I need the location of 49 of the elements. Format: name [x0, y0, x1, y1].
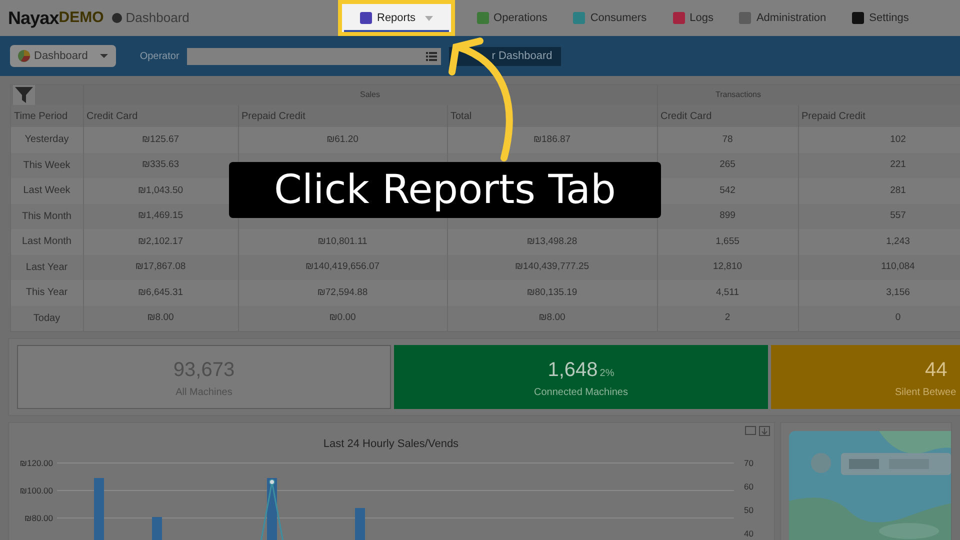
y-axis-label: 40 [744, 528, 754, 538]
y-axis-label: 50 [744, 505, 754, 515]
row-label: Today [11, 306, 83, 331]
y-axis-label: ₪80.00 [24, 513, 53, 523]
operator-field[interactable] [187, 48, 442, 64]
table-cell: ₪0.00 [238, 306, 447, 331]
data-point [269, 479, 275, 485]
nav-tab[interactable]: Consumers [569, 0, 651, 36]
chart-title: Last 24 Hourly Sales/Vends [323, 438, 459, 450]
stat-label: Silent Betwee [895, 386, 956, 400]
stat-label: Connected Machines [534, 386, 628, 400]
stat-value: 1,648 [548, 358, 598, 382]
image-icon[interactable] [745, 426, 756, 435]
group-header: Transactions [716, 90, 761, 99]
table-cell: 0 [798, 306, 960, 331]
tab-icon [672, 12, 685, 24]
sales-bar [94, 478, 104, 540]
logo-suffix: DEMO [58, 8, 104, 26]
table-cell: ₪8.00 [83, 306, 238, 331]
tab-icon [476, 12, 489, 24]
nav-tab[interactable]: Settings [848, 0, 913, 36]
page-title: Dashboard [126, 9, 190, 28]
operator-label: Operator [140, 50, 180, 64]
tutorial-caption: Click Reports Tab [229, 162, 661, 218]
sales-bar [355, 508, 365, 540]
logo: Nayax [8, 6, 59, 30]
y-axis-label: 70 [744, 458, 754, 468]
download-icon[interactable] [759, 426, 770, 436]
tab-icon [573, 12, 586, 24]
table-cell: ₪8.00 [447, 306, 657, 331]
tab-icon [360, 12, 372, 24]
sales-bar [152, 517, 162, 540]
group-header: Sales [360, 90, 380, 99]
nav-tab[interactable]: Reports [338, 0, 455, 36]
table-cell: 2 [657, 306, 798, 331]
y-axis-label: ₪120.00 [20, 458, 53, 468]
stat-percent: 2% [600, 366, 614, 380]
pie-chart-icon [18, 50, 30, 62]
list-icon [426, 52, 438, 60]
tab-icon [852, 12, 864, 24]
stat-value: 44 [925, 358, 948, 382]
y-axis-label: ₪100.00 [20, 486, 53, 496]
nav-tab[interactable]: Administration [735, 0, 830, 36]
caret-icon [100, 54, 108, 58]
y-axis-label: 60 [744, 482, 754, 492]
nav-tab[interactable]: Operations [472, 0, 552, 36]
dashboard-dropdown[interactable]: Dashboard [10, 45, 116, 67]
nav-tab[interactable]: Logs [668, 0, 718, 36]
tab-icon [739, 12, 752, 24]
